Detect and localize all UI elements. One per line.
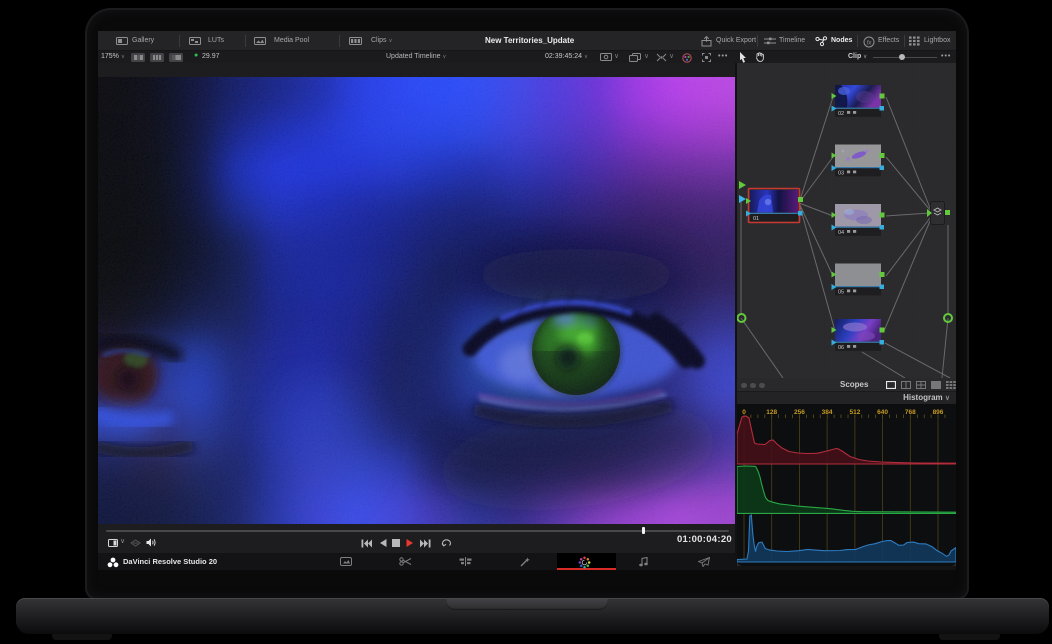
svg-text:01: 01 [753,216,759,222]
svg-text:fx: fx [867,40,873,46]
svg-text:03: 03 [838,171,844,177]
svg-text:06: 06 [838,345,844,351]
svg-text:04: 04 [838,230,844,236]
svg-text:05: 05 [838,290,844,296]
svg-text:02: 02 [838,111,844,117]
